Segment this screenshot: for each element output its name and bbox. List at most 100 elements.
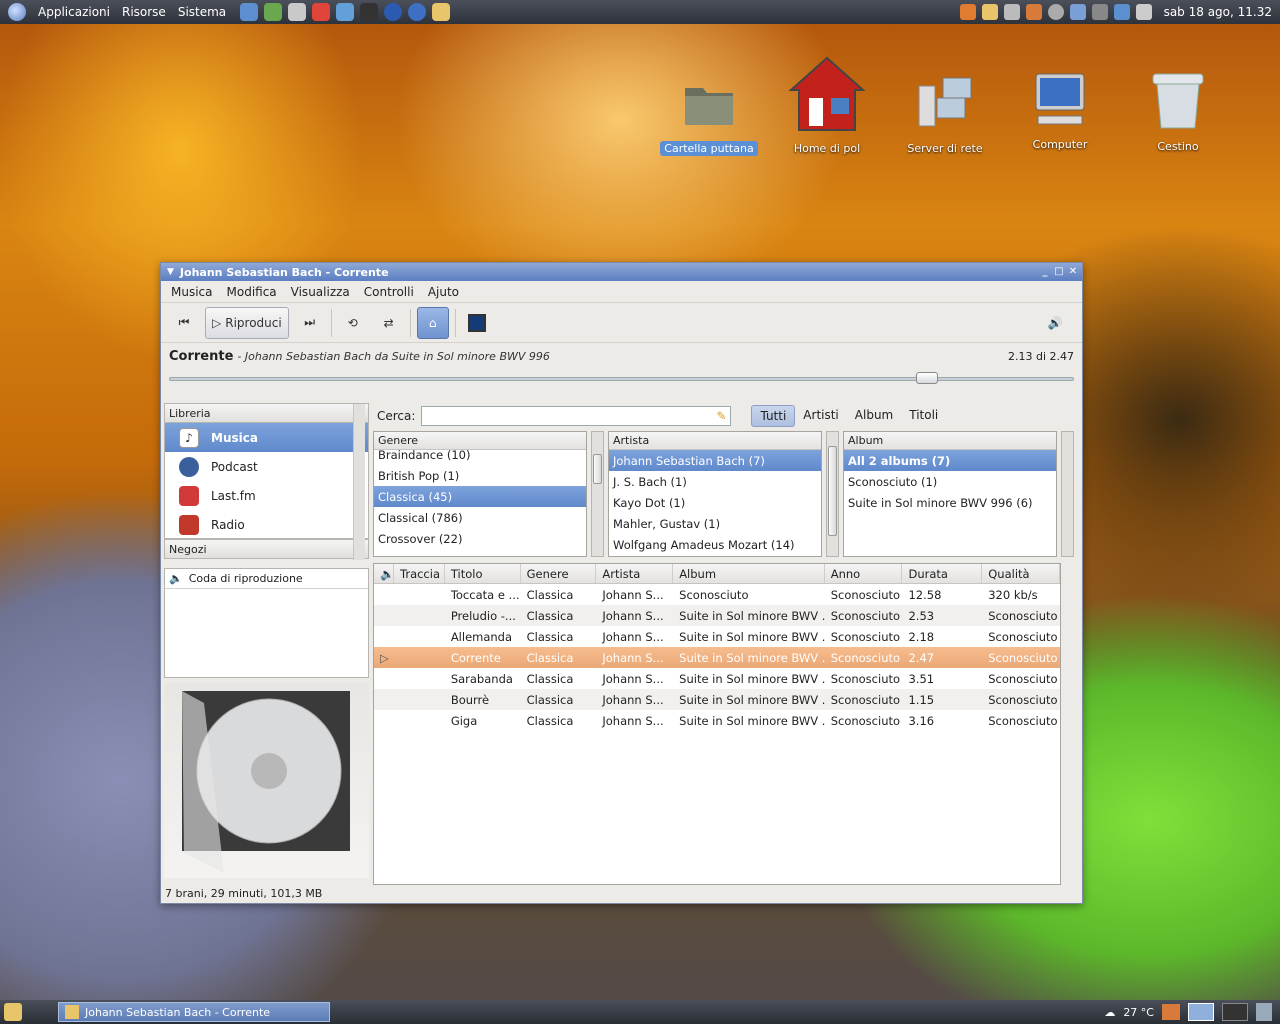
menu-modifica[interactable]: Modifica [227, 285, 277, 299]
filter-titoli[interactable]: Titoli [901, 405, 946, 427]
workspace-1[interactable] [1188, 1003, 1214, 1021]
system-monitor-icon[interactable] [264, 3, 283, 21]
tray-notes-icon[interactable] [981, 4, 998, 20]
workspace-2[interactable] [1222, 1003, 1248, 1021]
genre-row[interactable]: Crossover (22) [374, 528, 586, 549]
artist-row[interactable]: J. S. Bach (1) [609, 471, 821, 492]
table-row[interactable]: ▷ Corrente Classica Johann S... Suite in Sol… [374, 647, 1060, 668]
menu-controlli[interactable]: Controlli [364, 285, 414, 299]
taskbar-window-button[interactable]: Johann Sebastian Bach - Corrente [58, 1002, 330, 1022]
table-row[interactable]: Bourrè Classica Johann S... Suite in Sol mi… [374, 689, 1060, 710]
messenger-icon[interactable] [336, 3, 355, 21]
volume-button[interactable]: 🔊 [1040, 307, 1070, 339]
col-durata[interactable]: Durata [902, 564, 983, 583]
genre-scrollbar[interactable] [591, 431, 604, 557]
tray-user-icon[interactable] [1091, 4, 1108, 20]
tray-settings-icon[interactable] [1003, 4, 1020, 20]
desktop-icon-folder[interactable]: Cartella puttana [654, 74, 764, 156]
scroll-thumb[interactable] [593, 454, 602, 484]
album-row[interactable]: All 2 albums (7) [844, 450, 1056, 471]
table-row[interactable]: Preludio -... Classica Johann S... Suite in… [374, 605, 1060, 626]
maximize-icon[interactable]: □ [1054, 267, 1064, 277]
network-icon[interactable] [288, 3, 307, 21]
col-genere[interactable]: Genere [521, 564, 597, 583]
artist-row[interactable]: Kayo Dot (1) [609, 492, 821, 513]
col-album[interactable]: Album [673, 564, 825, 583]
stores-header[interactable]: Negozi ▽ [164, 539, 369, 559]
sidebar-item-radio[interactable]: Radio [165, 510, 368, 539]
clear-icon[interactable]: ✎ [716, 409, 726, 423]
volume-icon[interactable] [1135, 4, 1152, 20]
col-qualita[interactable]: Qualità [982, 564, 1060, 583]
seek-slider[interactable] [169, 369, 1074, 387]
genre-row[interactable]: Classical (786) [374, 507, 586, 528]
play-button[interactable]: ▷ Riproduci [205, 306, 289, 339]
tray-app-icon[interactable] [959, 4, 976, 20]
repeat-button[interactable]: ⟲ [338, 307, 368, 339]
desktop-icon-home[interactable]: Home di pol [772, 54, 882, 156]
library-header[interactable]: Libreria ▽ [164, 403, 369, 423]
window-titlebar[interactable]: ▼ Johann Sebastian Bach - Corrente _ □ ✕ [161, 263, 1082, 281]
genre-row[interactable]: Braindance (10) [374, 444, 586, 465]
sidebar-item-lastfm[interactable]: Last.fm [165, 481, 368, 510]
clock[interactable]: sab 18 ago, 11.32 [1164, 5, 1272, 19]
sidebar-item-podcast[interactable]: Podcast [165, 452, 368, 481]
tray-clock-icon[interactable] [1047, 4, 1064, 20]
mail-icon[interactable] [432, 3, 451, 21]
menu-applicazioni[interactable]: Applicazioni [38, 5, 110, 19]
show-desktop-icon[interactable] [4, 1003, 22, 1021]
table-row[interactable]: Giga Classica Johann S... Suite in Sol mino… [374, 710, 1060, 731]
filter-artisti[interactable]: Artisti [795, 405, 846, 427]
seek-thumb[interactable] [916, 372, 939, 384]
menu-musica[interactable]: Musica [171, 285, 213, 299]
table-row[interactable]: Sarabanda Classica Johann S... Suite in Sol… [374, 668, 1060, 689]
browse-button[interactable]: ⌂ [416, 306, 449, 339]
menu-visualizza[interactable]: Visualizza [291, 285, 350, 299]
gnome-foot-icon[interactable] [8, 3, 26, 21]
col-titolo[interactable]: Titolo [445, 564, 521, 583]
album-scrollbar[interactable] [1061, 431, 1074, 557]
previous-button[interactable]: ⏮ [169, 307, 199, 339]
table-row[interactable]: Allemanda Classica Johann S... Suite in Sol… [374, 626, 1060, 647]
filter-tutti[interactable]: Tutti [751, 405, 796, 427]
menu-ajuto[interactable]: Ajuto [428, 285, 459, 299]
terminal-icon[interactable] [360, 3, 379, 21]
menu-sistema[interactable]: Sistema [178, 5, 226, 19]
visualization-button[interactable] [462, 307, 492, 339]
tray-update-icon[interactable] [1113, 4, 1130, 20]
next-button[interactable]: ⏭ [295, 307, 325, 339]
album-header[interactable]: Album [844, 432, 1056, 450]
window-menu-icon[interactable]: ▼ [167, 267, 174, 277]
artist-scrollbar[interactable] [826, 431, 839, 557]
col-anno[interactable]: Anno [825, 564, 903, 583]
sidebar-scrollbar[interactable] [353, 404, 365, 560]
queue-header[interactable]: 🔈 Coda di riproduzione [165, 569, 368, 589]
col-artista[interactable]: Artista [596, 564, 674, 583]
trash-icon[interactable] [1256, 1003, 1272, 1021]
help-icon[interactable] [312, 3, 331, 21]
album-row[interactable]: Sconosciuto (1) [844, 471, 1056, 492]
minimize-icon[interactable]: _ [1040, 267, 1050, 277]
browser-launcher-icon[interactable] [240, 3, 259, 21]
tray-network-icon[interactable] [1069, 4, 1086, 20]
sidebar-item-musica[interactable]: ♪ Musica [165, 423, 368, 452]
search-input[interactable]: ✎ [421, 406, 732, 426]
desktop-icon-computer[interactable]: Computer [1005, 70, 1115, 152]
menu-risorse[interactable]: Risorse [122, 5, 166, 19]
artist-row[interactable]: Mahler, Gustav (1) [609, 513, 821, 534]
album-row[interactable]: Suite in Sol minore BWV 996 (6) [844, 492, 1056, 513]
desktop-icon-network[interactable]: Server di rete [890, 74, 1000, 156]
dock-icon[interactable] [1162, 1004, 1180, 1020]
globe-icon[interactable] [384, 3, 403, 21]
genre-row[interactable]: Classica (45) [374, 486, 586, 507]
close-icon[interactable]: ✕ [1068, 267, 1078, 277]
table-row[interactable]: Toccata e ... Classica Johann S... Sconosci… [374, 584, 1060, 605]
music-app-icon[interactable] [408, 3, 427, 21]
artist-row[interactable]: Johann Sebastian Bach (7) [609, 450, 821, 471]
desktop-icon-trash[interactable]: Cestino [1123, 66, 1233, 154]
col-traccia[interactable]: Traccia [394, 564, 445, 583]
filter-album[interactable]: Album [847, 405, 901, 427]
genre-row[interactable]: British Pop (1) [374, 465, 586, 486]
tray-dock-icon[interactable] [1025, 4, 1042, 20]
artist-header[interactable]: Artista [609, 432, 821, 450]
